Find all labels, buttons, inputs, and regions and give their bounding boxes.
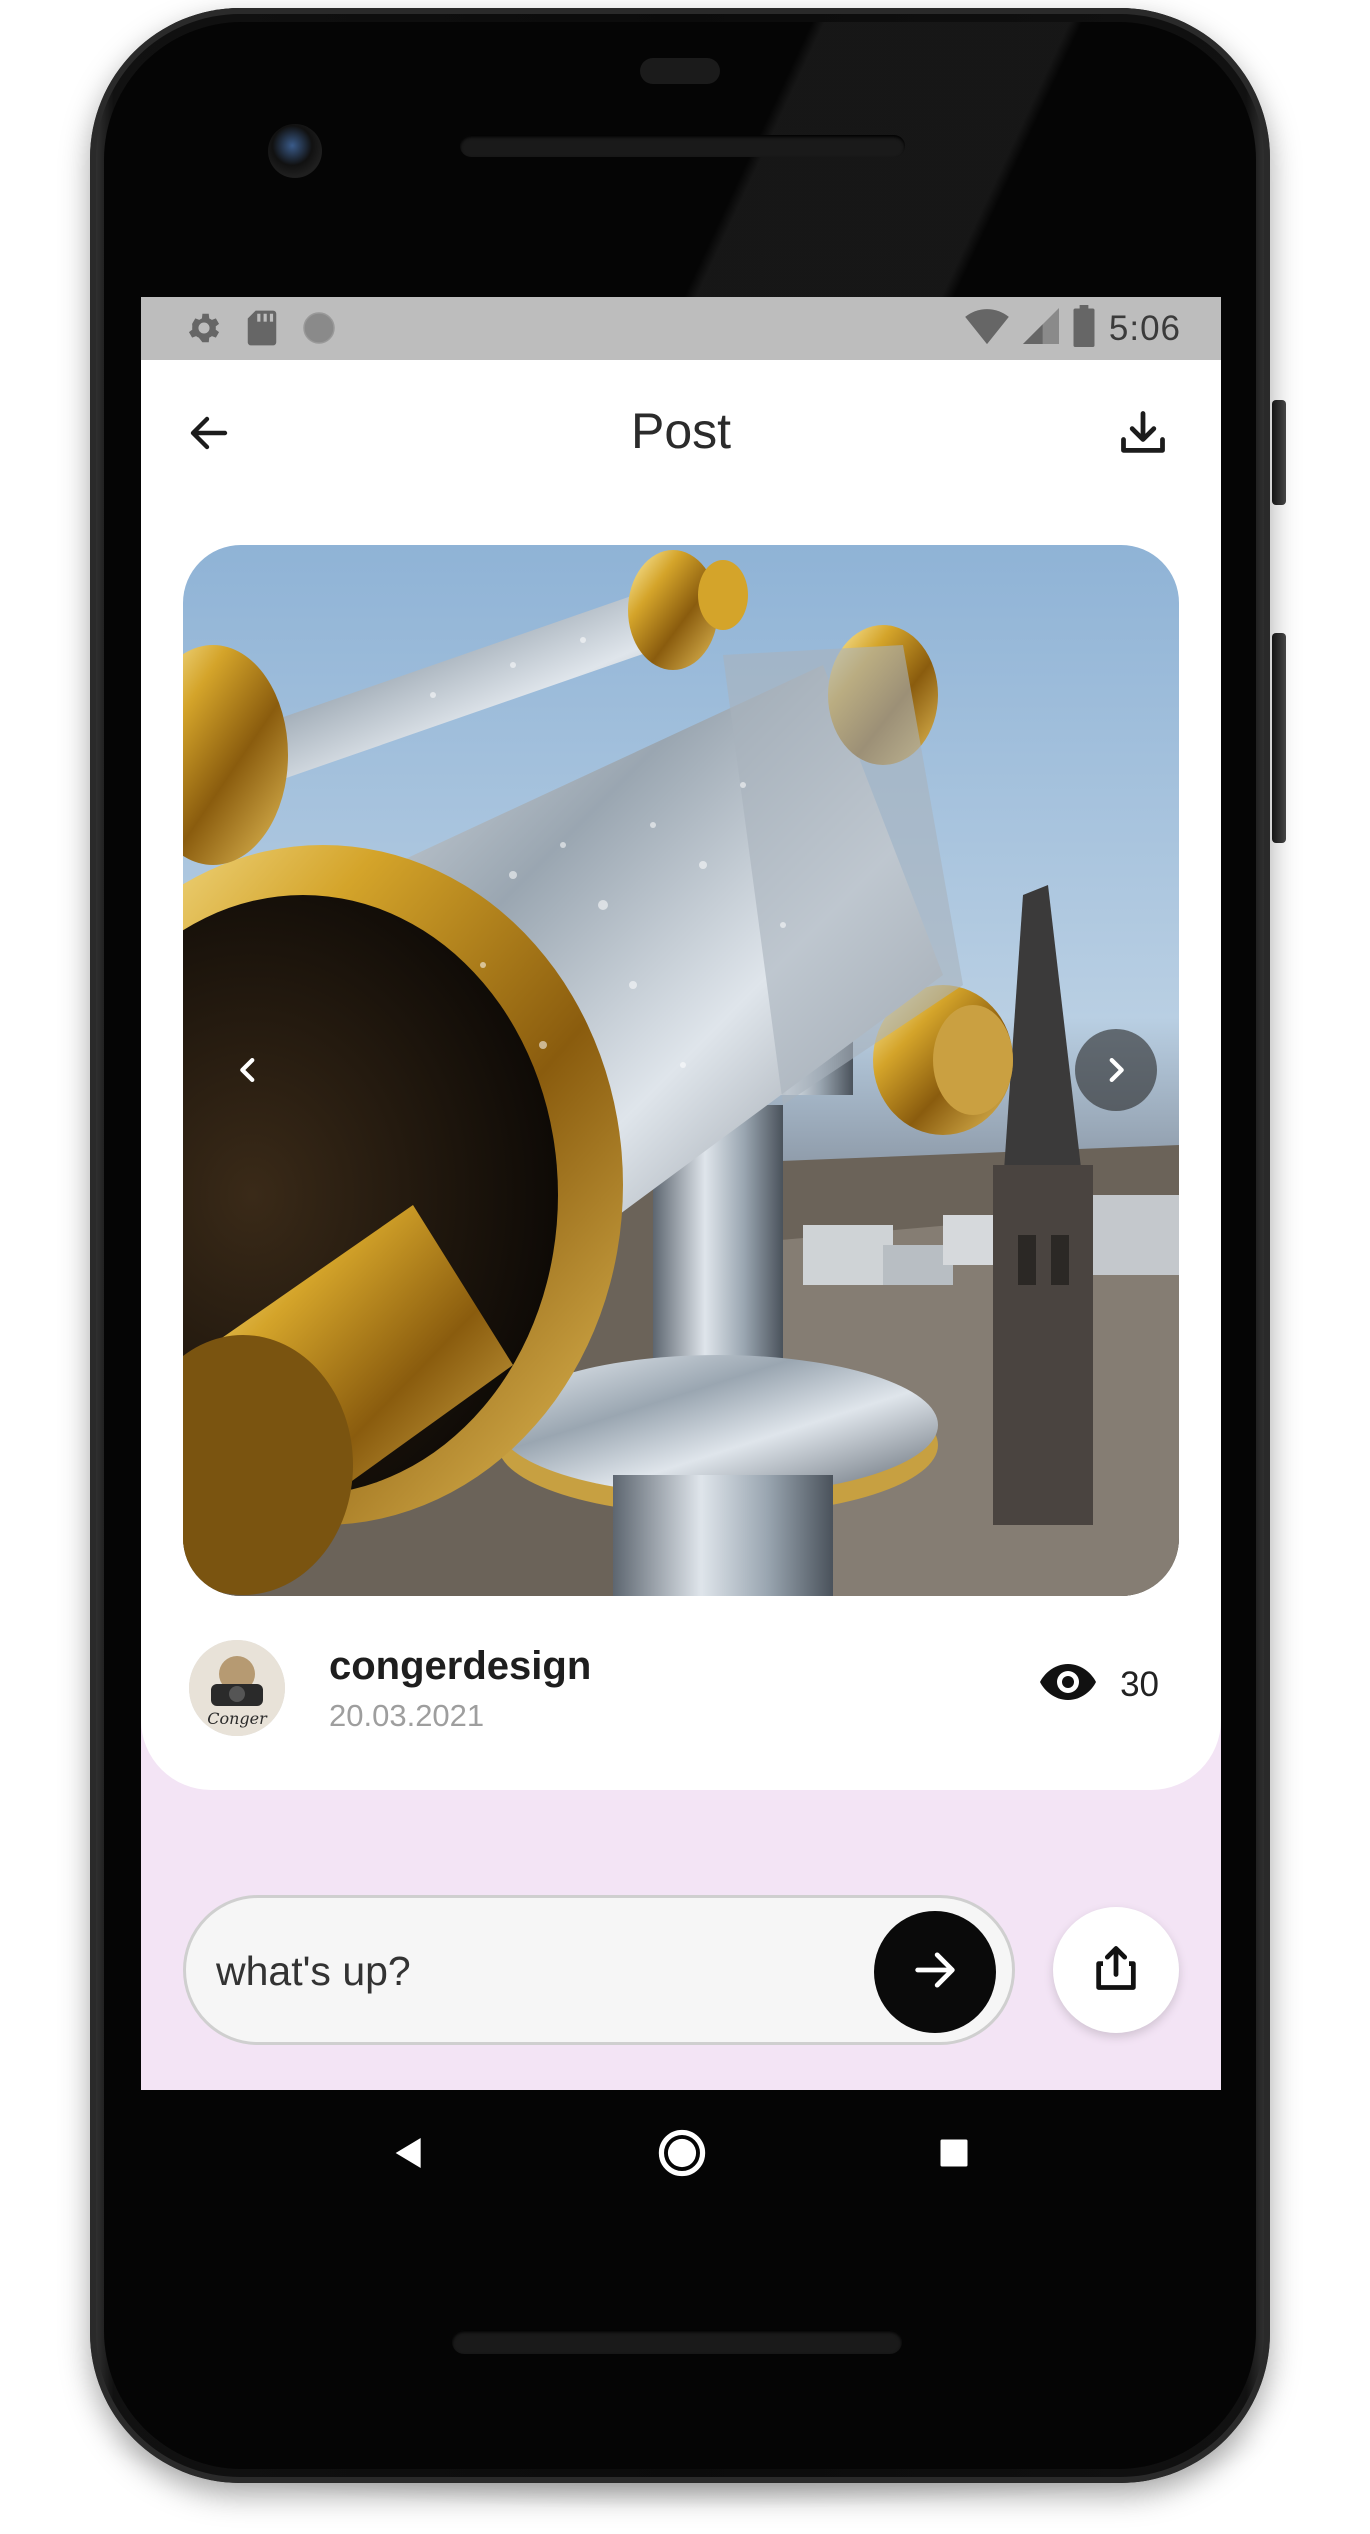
earpiece-speaker [460,135,905,157]
system-recents-button[interactable] [919,2120,989,2190]
front-camera [268,124,322,178]
post-image[interactable] [183,545,1179,1596]
comment-composer [183,1895,1015,2045]
circle-icon [301,310,337,351]
avatar-text: Conger [207,1709,268,1728]
system-nav-bar [141,2090,1221,2220]
post-date: 20.03.2021 [329,1698,485,1733]
send-button[interactable] [874,1911,996,2033]
share-button[interactable] [1053,1907,1179,2033]
screen: 5:06 Post Conger congerdesign 20.03.2021… [141,297,1221,2090]
bottom-speaker [452,2330,902,2354]
eye-icon [1038,1662,1098,1707]
system-back-button[interactable] [374,2120,444,2190]
wifi-icon [965,306,1009,351]
battery-icon [1073,305,1095,352]
signal-icon [1022,306,1059,351]
volume-button [1272,633,1286,843]
circle-home-icon [656,2127,708,2184]
prev-image-button[interactable] [207,1029,289,1111]
arrow-right-icon [909,1944,961,2001]
gear-icon [185,309,223,352]
status-bar: 5:06 [141,297,1221,360]
view-counter: 30 [1038,1662,1159,1707]
views-count: 30 [1120,1664,1159,1704]
app-bar: Post [141,360,1221,510]
download-button[interactable] [1103,395,1183,475]
username[interactable]: congerdesign [329,1644,591,1689]
system-home-button[interactable] [647,2120,717,2190]
share-icon [1090,1942,1142,1999]
sd-card-icon [245,309,279,352]
power-button [1272,400,1286,505]
device-frame: 5:06 Post Conger congerdesign 20.03.2021… [0,0,1370,2534]
chevron-left-icon [231,1053,265,1087]
chevron-right-icon [1099,1053,1133,1087]
download-icon [1117,407,1169,464]
comment-input[interactable] [214,1934,858,2008]
binoculars-photo [183,545,1179,1596]
page-title: Post [630,403,732,459]
post-meta: Conger congerdesign 20.03.2021 30 [141,1630,1221,1750]
post-card: Post Conger congerdesign 20.03.2021 30 [141,360,1221,1790]
status-time: 5:06 [1108,308,1181,348]
square-recents-icon [936,2135,972,2176]
next-image-button[interactable] [1075,1029,1157,1111]
avatar[interactable]: Conger [189,1640,285,1736]
triangle-back-icon [389,2133,429,2178]
sensor [640,58,720,84]
